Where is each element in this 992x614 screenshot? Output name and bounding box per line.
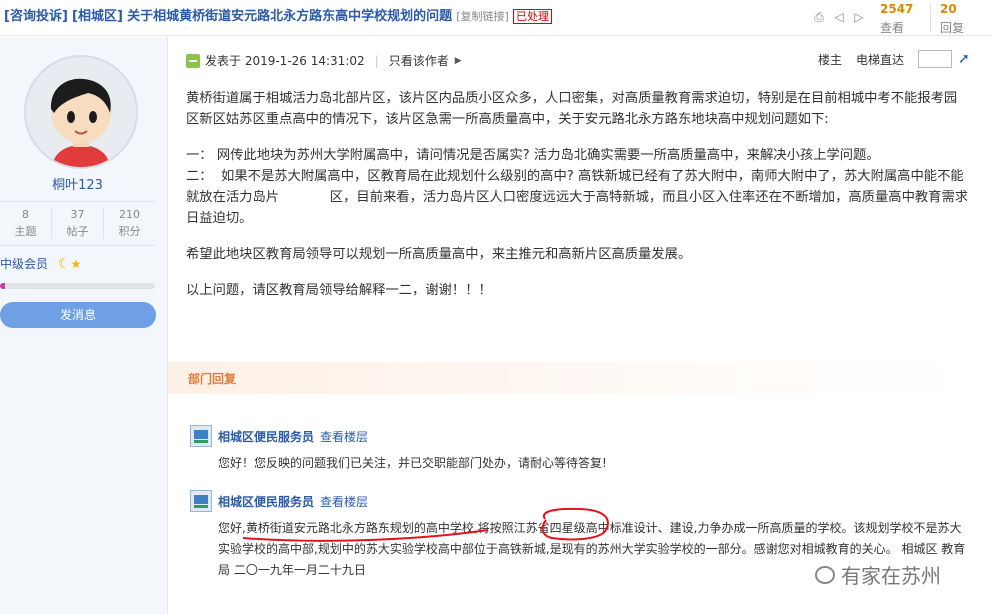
send-message-button[interactable]: 发消息 [0, 302, 156, 328]
next-thread-icon[interactable]: ▷ [852, 10, 866, 24]
divider [930, 4, 931, 32]
author-stats: 8 主题 37 帖子 210 积分 [0, 201, 155, 246]
reply-author[interactable]: 相城区便民服务员 [218, 428, 314, 445]
floor-owner-label: 楼主 [818, 52, 843, 67]
view-floor-link[interactable]: 查看楼层 [320, 493, 368, 510]
thread-title: [咨询投诉] [相城区] 关于相城黄桥街道安元路北永方路东高中学校规划的问题 [… [4, 8, 552, 26]
post-meta: 发表于 2019-1-26 14:31:02 | 只看该作者 ▶ [186, 52, 462, 69]
reply-text: 您好！您反映的问题我们已关注，并已交职能部门处办，请耐心等待答复! [218, 456, 607, 470]
prev-thread-icon[interactable]: ◁ [832, 10, 846, 24]
level-progress-bar [0, 283, 155, 289]
post-icon [186, 53, 200, 68]
author-name[interactable]: 桐叶123 [0, 174, 155, 193]
avatar[interactable] [24, 55, 138, 169]
post-paragraph: 黄桥街道属于相城活力岛北部片区，该片区内品质小区众多，人口密集，对高质量教育需求… [186, 91, 958, 127]
watermark: 有家在苏州 [815, 560, 941, 589]
jump-go-icon[interactable]: ➚ [958, 51, 970, 67]
floor-controls: 楼主 电梯直达 ➚ [818, 50, 970, 68]
points-stat[interactable]: 210 积分 [104, 208, 155, 239]
post-question-1: 一： 网传此地块为苏州大学附属高中，请问情况是否属实? 活力岛北确实需要一所高质… [186, 148, 880, 163]
title-toolbar: ⎙ ◁ ▷ [812, 10, 866, 24]
reply-author[interactable]: 相城区便民服务员 [218, 493, 314, 510]
dept-reply-header: 部门回复 [168, 362, 970, 394]
level-moon-star-icon: ☾★ [58, 255, 82, 272]
government-logo-icon [190, 425, 212, 447]
district-tag[interactable]: [相城区] [72, 9, 123, 24]
reply-count: 20 回复 [940, 2, 965, 35]
print-icon[interactable]: ⎙ [812, 10, 826, 24]
government-logo-icon [190, 490, 212, 512]
post-paragraph: 以上问题，请区教育局领导给解释一二，谢谢！！！ [186, 283, 492, 298]
author-only-link[interactable]: 只看该作者 [389, 52, 449, 69]
author-sidebar: 桐叶123 8 主题 37 帖子 210 积分 中级会员 ☾★ 发消息 [0, 37, 168, 614]
posts-stat[interactable]: 37 帖子 [52, 208, 104, 239]
post-date: 发表于 2019-1-26 14:31:02 [205, 54, 365, 68]
member-level: 中级会员 ☾★ [0, 255, 82, 272]
thread-title-text: 关于相城黄桥街道安元路北永方路东高中学校规划的问题 [127, 9, 453, 24]
category-tag[interactable]: [咨询投诉] [4, 9, 68, 24]
arrow-right-icon: ▶ [454, 55, 462, 66]
copy-link[interactable]: [复制链接] [456, 10, 509, 23]
post-body: 黄桥街道属于相城活力岛北部片区，该片区内品质小区众多，人口密集，对高质量教育需求… [186, 88, 970, 301]
status-badge: 已处理 [512, 9, 552, 24]
topics-stat[interactable]: 8 主题 [0, 208, 52, 239]
jump-label: 电梯直达 [856, 52, 905, 67]
wechat-icon [815, 565, 835, 584]
thread-title-bar: [咨询投诉] [相城区] 关于相城黄桥街道安元路北永方路东高中学校规划的问题 [… [0, 0, 992, 36]
post-paragraph: 希望此地块区教育局领导可以规划一所高质量高中，来主推元和高新片区高质量发展。 [186, 247, 692, 262]
avatar-cartoon-icon [50, 78, 111, 167]
floor-jump-input[interactable] [918, 50, 953, 68]
post-question-2: 二： 如果不是苏大附属高中，区教育局在此规划什么级别的高中? 高铁新城已经有了苏… [186, 169, 969, 226]
dept-reply: 相城区便民服务员 查看楼层 您好！您反映的问题我们已关注，并已交职能部门处办，请… [190, 425, 970, 474]
view-count: 2547 查看 [880, 2, 914, 35]
view-floor-link[interactable]: 查看楼层 [320, 428, 368, 445]
